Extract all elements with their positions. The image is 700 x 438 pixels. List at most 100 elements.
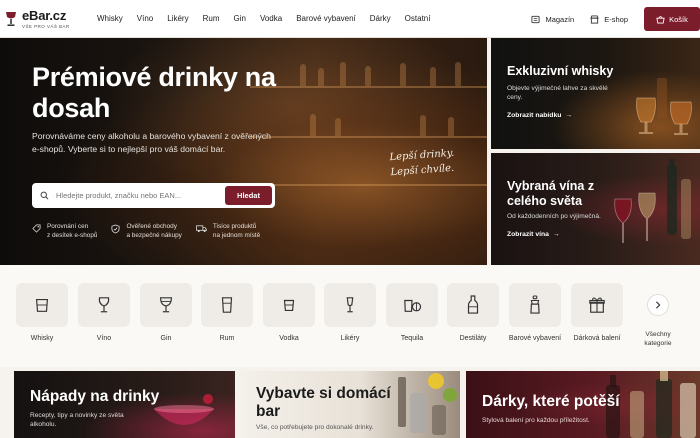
wine-card-link[interactable]: Zobrazit vína → <box>507 231 560 238</box>
whisky-glass-icon <box>35 299 49 312</box>
category-label: Gin <box>160 335 172 342</box>
arrow-right-icon: → <box>552 231 560 238</box>
logo-name: eBar.cz <box>22 7 67 23</box>
feature-item: Ověřené obchody a bezpečné nákupy <box>111 223 182 240</box>
cart-button[interactable]: Košík <box>644 7 700 31</box>
book-icon <box>531 15 541 23</box>
category-vino[interactable]: Víno <box>77 283 131 344</box>
utility-nav: Magazín E-shop Košík <box>531 0 700 38</box>
tag-icon <box>32 224 41 233</box>
bottle-silhouette <box>430 67 436 86</box>
slogan-line: Lepší chvíle. <box>390 162 455 179</box>
liqueur-glass-icon <box>346 297 354 313</box>
header: eBar.cz VŠE PRO VÁŠ BAR Whisky Víno Liké… <box>0 0 700 38</box>
category-barove-vybaveni[interactable]: Barové vybavení <box>508 283 562 344</box>
bottle-silhouette <box>318 68 324 86</box>
category-destilaty[interactable]: Destiláty <box>446 283 500 344</box>
bottle-icon <box>467 295 479 314</box>
nav-vino[interactable]: Víno <box>137 14 153 23</box>
category-label: Whisky <box>30 335 54 342</box>
whisky-promo-card[interactable]: Exkluzivní whisky Objevte výjimečné lahv… <box>491 38 700 149</box>
category-whisky[interactable]: Whisky <box>15 283 69 344</box>
bottle-silhouette <box>400 63 406 86</box>
category-label: Rum <box>219 335 235 342</box>
logo[interactable]: eBar.cz VŠE PRO VÁŠ BAR <box>4 9 86 29</box>
feature-item: Porovnání cen z desítek e-shopů <box>32 223 97 240</box>
shot-glass-icon <box>283 299 295 311</box>
truck-icon <box>196 225 207 233</box>
category-label: Víno <box>96 335 112 342</box>
wine-card-title: Vybraná vína z celého světa <box>507 179 595 208</box>
hero-title: Prémiové drinky na dosah <box>32 62 276 123</box>
category-likery[interactable]: Likéry <box>323 283 377 344</box>
nav-ostatni[interactable]: Ostatní <box>405 14 431 23</box>
gifts-promo-subtitle: Stylová balení pro každou příležitost. <box>482 417 590 424</box>
nav-rum[interactable]: Rum <box>203 14 220 23</box>
nav-barove-vybaveni[interactable]: Barové vybavení <box>296 14 356 23</box>
chevron-right-icon <box>656 301 661 309</box>
bottle-silhouette <box>455 62 461 86</box>
feature-item: Tisíce produktů na jednom místě <box>196 223 260 240</box>
category-label: Vodka <box>279 335 299 342</box>
all-categories-link[interactable]: Všechny kategorie <box>634 330 682 348</box>
feature-line: a bezpečné nákupy <box>126 231 182 239</box>
eshop-link[interactable]: E-shop <box>590 15 628 24</box>
drinks-ideas-promo[interactable]: Nápady na drinky Recepty, tipy a novinky… <box>14 371 235 438</box>
nav-darky[interactable]: Dárky <box>370 14 391 23</box>
gifts-promo-title: Dárky, které potěší <box>482 393 620 410</box>
feature-line: Tisíce produktů <box>212 223 257 230</box>
main-nav: Whisky Víno Likéry Rum Gin Vodka Barové … <box>97 14 444 23</box>
category-strip: Whisky Víno Gin Rum Vodka Likéry Tequila <box>0 265 700 367</box>
category-label: Dárková balení <box>573 335 621 342</box>
wine-glass-icon <box>98 297 110 313</box>
whisky-card-subtitle: Objevte výjimečné lahve za skvělé ceny. <box>507 85 608 101</box>
magazine-link[interactable]: Magazín <box>531 15 574 24</box>
whisky-glasses-image <box>636 78 692 135</box>
category-gin[interactable]: Gin <box>139 283 193 344</box>
wine-promo-card[interactable]: Vybraná vína z celého světa Od každodenn… <box>491 153 700 265</box>
hero-script-slogan: Lepší drinky. Lepší chvíle. <box>389 146 456 180</box>
category-tequila[interactable]: Tequila <box>385 283 439 344</box>
search-bar: Hledat <box>32 183 275 208</box>
category-label: Tequila <box>400 335 424 342</box>
hero-features: Porovnání cen z desítek e-shopů Ověřené o… <box>32 223 274 240</box>
category-label: Barové vybavení <box>508 335 562 342</box>
store-icon <box>590 14 599 24</box>
wine-card-subtitle: Od každodenních po výjimečná. <box>507 213 601 220</box>
wine-link-label: Zobrazit vína <box>507 231 549 238</box>
nav-vodka[interactable]: Vodka <box>260 14 282 23</box>
category-label: Destiláty <box>459 335 487 342</box>
feature-line: z desítek e-shopů <box>47 231 98 239</box>
category-darkova-baleni[interactable]: Dárková balení <box>570 283 624 344</box>
search-button[interactable]: Hledat <box>225 186 272 205</box>
nav-gin[interactable]: Gin <box>233 14 245 23</box>
basket-icon <box>656 15 665 24</box>
category-label: Likéry <box>340 335 360 342</box>
wine-glasses-image <box>614 159 691 243</box>
bar-promo-subtitle: Vše, co potřebujete pro dokonalé drinky. <box>256 424 374 431</box>
shield-check-icon <box>111 224 120 234</box>
search-input[interactable] <box>56 191 216 200</box>
home-bar-promo[interactable]: Vybavte si domácí bar Vše, co potřebujet… <box>240 371 460 438</box>
feature-line: Ověřené obchody <box>126 223 177 230</box>
gifts-promo[interactable]: Dárky, které potěší Stylová balení pro k… <box>466 371 700 438</box>
bar-promo-title: Vybavte si domácí bar <box>256 385 391 420</box>
bottle-silhouette <box>365 66 371 86</box>
search-icon <box>40 191 49 200</box>
category-vodka[interactable]: Vodka <box>262 283 316 344</box>
gift-icon <box>589 297 605 313</box>
category-rum[interactable]: Rum <box>200 283 254 344</box>
cart-label: Košík <box>669 14 688 24</box>
categories-next-button[interactable] <box>647 294 669 316</box>
shaker-icon <box>530 295 540 314</box>
bottle-silhouette <box>420 115 426 136</box>
bar-shelf <box>250 184 487 186</box>
feature-line: Porovnání cen <box>47 223 89 230</box>
rum-glass-icon <box>221 297 233 313</box>
whisky-card-link[interactable]: Zobrazit nabídku → <box>507 112 572 119</box>
nav-whisky[interactable]: Whisky <box>97 14 123 23</box>
eshop-label: E-shop <box>604 14 628 24</box>
nav-likery[interactable]: Likéry <box>167 14 188 23</box>
bottle-silhouette <box>340 62 346 86</box>
bottle-silhouette <box>335 118 341 136</box>
